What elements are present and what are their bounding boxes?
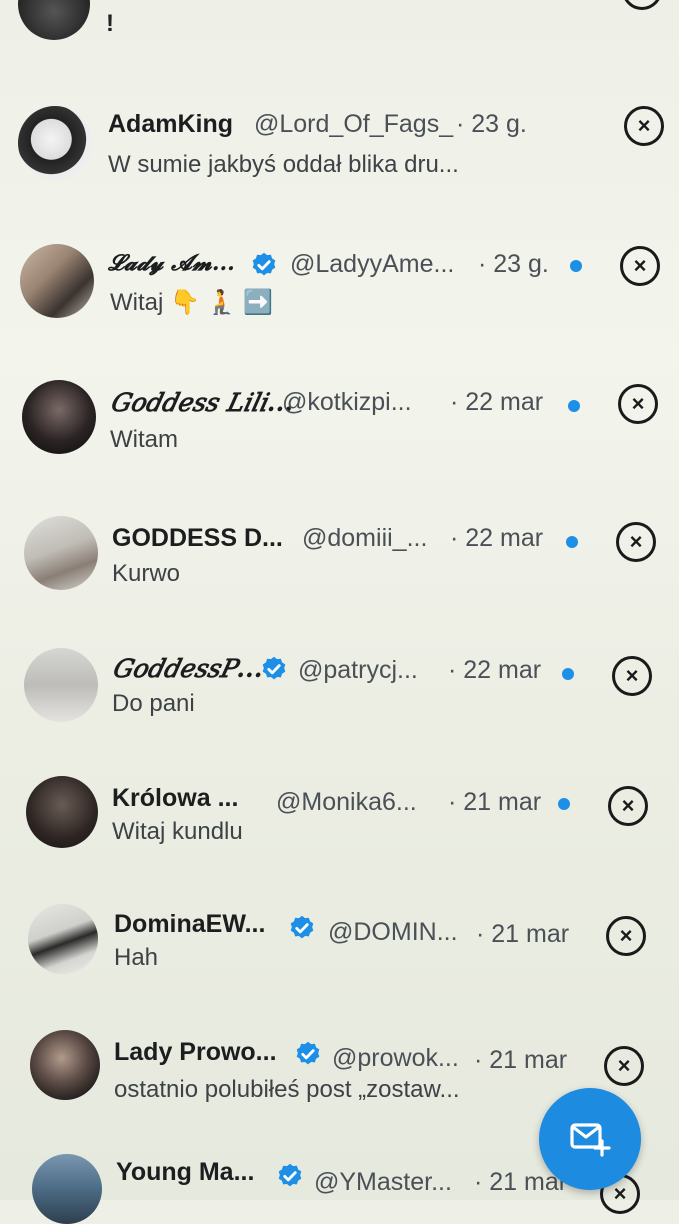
verified-badge-icon	[278, 1163, 302, 1187]
timestamp: · 21 mar	[448, 788, 542, 816]
avatar[interactable]	[18, 106, 92, 180]
sender-handle: @LadyyAme...	[290, 250, 455, 278]
sender-name: Lady Prowo...	[114, 1038, 277, 1066]
unread-dot	[566, 536, 578, 548]
dismiss-icon[interactable]: ×	[618, 384, 658, 424]
timestamp: · 21 mar	[474, 1046, 568, 1074]
timestamp: · 22 mar	[450, 524, 544, 552]
sender-handle: @prowok...	[332, 1044, 459, 1072]
unread-dot	[558, 798, 570, 810]
conversation-row[interactable]: Królowa ... @Monika6... · 21 mar Witaj k…	[0, 768, 679, 888]
sender-handle: @domiii_...	[302, 524, 428, 552]
dismiss-icon[interactable]: ×	[604, 1046, 644, 1086]
unread-dot	[568, 400, 580, 412]
verified-badge-icon	[290, 915, 314, 939]
sender-handle: @Lord_Of_Fags_	[254, 110, 454, 138]
message-preview: Witam	[110, 426, 178, 453]
message-preview: Hah	[114, 944, 159, 971]
sender-name: GODDESS D...	[112, 524, 283, 552]
sender-name: DominaEW...	[114, 910, 266, 938]
timestamp: · 22 mar	[450, 388, 544, 416]
conversation-row-partial[interactable]: ! ×	[0, 0, 679, 60]
dismiss-icon[interactable]: ×	[612, 656, 652, 696]
new-message-icon	[570, 1123, 611, 1157]
timestamp: · 21 mar	[476, 920, 570, 948]
conversation-row[interactable]: DominaEW... @DOMIN... · 21 mar Hah ×	[0, 898, 679, 1018]
dismiss-icon[interactable]: ×	[616, 522, 656, 562]
dismiss-icon[interactable]: ×	[608, 786, 648, 826]
sender-handle: @DOMIN...	[328, 918, 458, 946]
sender-name: Królowa ...	[112, 784, 239, 812]
avatar[interactable]	[30, 1030, 100, 1100]
sender-name: 𝐺𝑜𝑑𝑑𝑒𝑠𝑠 𝐿𝑖𝑙𝑖...	[110, 388, 293, 417]
conversation-row[interactable]: 𝓛𝓪𝓭𝔂 𝓐𝓶... @LadyyAme... · 23 g. Witaj 👇 …	[0, 232, 679, 352]
sender-handle: @patrycj...	[298, 656, 418, 684]
avatar[interactable]	[24, 516, 98, 590]
sender-handle: @YMaster...	[314, 1168, 452, 1196]
dismiss-icon[interactable]: ×	[622, 0, 662, 10]
sender-handle: @Monika6...	[276, 788, 417, 816]
verified-badge-icon	[252, 252, 276, 276]
unread-dot	[562, 668, 574, 680]
conversation-row[interactable]: 𝐺𝑜𝑑𝑑𝑒𝑠𝑠𝑃... @patrycj... · 22 mar Do pani…	[0, 636, 679, 756]
message-preview: Witaj 👇 🧎 ➡️	[110, 289, 273, 316]
avatar[interactable]	[32, 1154, 102, 1224]
new-message-button[interactable]	[539, 1088, 641, 1190]
timestamp: · 23 g.	[478, 250, 549, 278]
dismiss-icon[interactable]: ×	[624, 106, 664, 146]
sender-name: AdamKing	[108, 110, 233, 138]
verified-badge-icon	[262, 656, 286, 680]
avatar[interactable]	[26, 776, 98, 848]
avatar[interactable]	[22, 380, 96, 454]
conversation-row[interactable]: 𝐺𝑜𝑑𝑑𝑒𝑠𝑠 𝐿𝑖𝑙𝑖... @kotkizpi... · 22 mar Wi…	[0, 368, 679, 488]
message-preview: Kurwo	[112, 560, 181, 587]
dismiss-icon[interactable]: ×	[620, 246, 660, 286]
sender-name: 𝐺𝑜𝑑𝑑𝑒𝑠𝑠𝑃...	[112, 654, 263, 683]
avatar[interactable]	[24, 648, 98, 722]
message-preview: Do pani	[112, 690, 195, 717]
timestamp: · 22 mar	[448, 656, 542, 684]
message-preview: W sumie jakbyś oddał blika dru...	[108, 151, 459, 178]
avatar[interactable]	[20, 244, 94, 318]
sender-handle: @kotkizpi...	[282, 388, 412, 416]
avatar[interactable]	[28, 904, 98, 974]
message-preview: !	[106, 10, 114, 37]
sender-name: 𝓛𝓪𝓭𝔂 𝓐𝓶...	[108, 250, 235, 276]
timestamp: · 23 g.	[456, 110, 527, 138]
verified-badge-icon	[296, 1041, 320, 1065]
dismiss-icon[interactable]: ×	[606, 916, 646, 956]
conversation-row[interactable]: GODDESS D... @domiii_... · 22 mar Kurwo …	[0, 504, 679, 624]
sender-name: Young Ma...	[116, 1158, 255, 1186]
message-preview: ostatnio polubiłeś post „zostaw...	[114, 1076, 460, 1103]
avatar[interactable]	[18, 0, 90, 40]
message-preview: Witaj kundlu	[112, 818, 243, 845]
conversation-row[interactable]: AdamKing @Lord_Of_Fags_ · 23 g. W sumie …	[0, 96, 679, 216]
unread-dot	[570, 260, 582, 272]
